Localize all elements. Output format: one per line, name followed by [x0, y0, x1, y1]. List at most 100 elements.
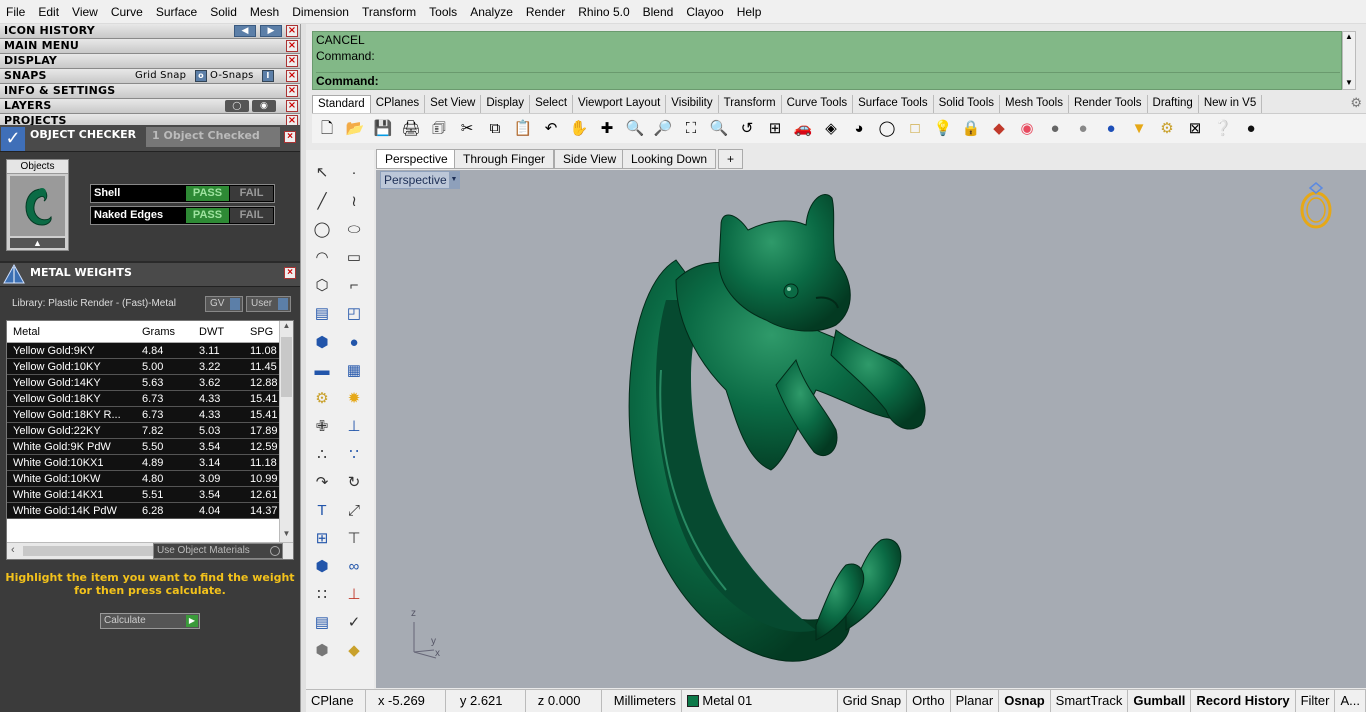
curve-icon[interactable]: ≀: [341, 189, 367, 213]
analyze-icon[interactable]: ⊥: [341, 582, 367, 606]
close-icon[interactable]: ×: [284, 267, 296, 279]
menu-solid[interactable]: Solid: [204, 0, 244, 24]
record-history-toggle[interactable]: Record History: [1191, 690, 1296, 712]
mirror-icon[interactable]: ⊤: [341, 526, 367, 550]
trim-icon[interactable]: ✙: [309, 414, 335, 438]
tab-cplanes[interactable]: CPlanes: [371, 95, 426, 113]
tab-perspective[interactable]: Perspective: [376, 149, 457, 169]
tab-add[interactable]: +: [718, 149, 744, 169]
osnap-toggle[interactable]: Osnap: [999, 690, 1051, 712]
table-row[interactable]: Yellow Gold:9KY 4.84 3.11 11.08: [7, 343, 279, 359]
eye-icon[interactable]: ◉: [252, 100, 276, 112]
smarttrack-toggle[interactable]: SmartTrack: [1051, 690, 1129, 712]
tab-display[interactable]: Display: [481, 95, 531, 113]
table-row[interactable]: White Gold:10KW 4.80 3.09 10.99: [7, 471, 279, 487]
gv-toggle[interactable]: GV: [205, 296, 243, 312]
sphere-blue-icon[interactable]: ●: [1100, 119, 1122, 139]
ortho-toggle[interactable]: Ortho: [907, 690, 951, 712]
split-icon[interactable]: ⊥: [341, 414, 367, 438]
section-snaps[interactable]: SNAPS Grid Snap o O-Snaps I ×: [0, 69, 300, 84]
tab-set-view[interactable]: Set View: [425, 95, 482, 113]
black-sphere-icon[interactable]: ●: [1240, 119, 1262, 139]
tab-render-tools[interactable]: Render Tools: [1069, 95, 1148, 113]
tab-solid-tools[interactable]: Solid Tools: [934, 95, 1000, 113]
spotlight-icon[interactable]: ▼: [1128, 119, 1150, 139]
light-bulb-icon[interactable]: 💡: [932, 119, 954, 139]
close-icon[interactable]: ×: [286, 100, 298, 112]
units-label[interactable]: Millimeters: [602, 690, 682, 712]
arc-icon[interactable]: ◠: [309, 245, 335, 269]
object-thumbnail[interactable]: [10, 176, 65, 236]
current-layer[interactable]: Metal 01: [682, 690, 838, 712]
menu-view[interactable]: View: [66, 0, 105, 24]
tab-drafting[interactable]: Drafting: [1148, 95, 1199, 113]
tab-select[interactable]: Select: [530, 95, 574, 113]
menu-clayoo[interactable]: Clayoo: [680, 0, 730, 24]
section-layers[interactable]: LAYERS ◯ ◉ ×: [0, 99, 300, 114]
table-row[interactable]: White Gold:10KX1 4.89 3.14 11.18: [7, 455, 279, 471]
close-icon[interactable]: ×: [286, 25, 298, 37]
tab-looking-down[interactable]: Looking Down: [622, 149, 717, 169]
layers-icon[interactable]: ◆: [988, 119, 1010, 139]
import-icon[interactable]: 🗊: [428, 119, 450, 139]
table-row[interactable]: White Gold:14KX1 5.51 3.54 12.61: [7, 487, 279, 503]
save-icon[interactable]: 💾: [372, 119, 394, 139]
open-folder-icon[interactable]: 📂: [344, 119, 366, 139]
boolean-icon[interactable]: ●: [341, 330, 367, 354]
fillet-icon[interactable]: ⌐: [341, 273, 367, 297]
more-toggle[interactable]: A...: [1335, 690, 1366, 712]
tab-mesh-tools[interactable]: Mesh Tools: [1000, 95, 1069, 113]
ring-model[interactable]: [376, 170, 1366, 688]
user-toggle[interactable]: User: [246, 296, 291, 312]
ellipse-icon[interactable]: ⬭: [341, 217, 367, 241]
polygon-icon[interactable]: ⬡: [309, 273, 335, 297]
menu-curve[interactable]: Curve: [105, 0, 150, 24]
layer-bulb-icon[interactable]: ◯: [225, 100, 249, 112]
tab-transform[interactable]: Transform: [719, 95, 782, 113]
help-icon[interactable]: ❔: [1212, 119, 1234, 139]
vertical-scrollbar[interactable]: ▲ ▼: [279, 321, 293, 543]
metal-weights-table[interactable]: Metal Grams DWT SPG Yellow Gold:9KY 4.84 3…: [6, 320, 294, 560]
use-object-materials-toggle[interactable]: Use Object Materials: [153, 543, 283, 559]
radio-icon[interactable]: [270, 546, 280, 556]
lock-icon[interactable]: 🔒: [960, 119, 982, 139]
column-header[interactable]: SPG: [250, 326, 273, 338]
zoom-selected-icon[interactable]: 🔍: [708, 119, 730, 139]
close-icon[interactable]: ×: [284, 131, 296, 143]
transform-gear-icon[interactable]: ⚙: [309, 386, 335, 410]
close-icon[interactable]: ×: [286, 40, 298, 52]
command-prompt[interactable]: Command:: [316, 72, 1340, 88]
zoom-window-icon[interactable]: 🔎: [652, 119, 674, 139]
tab-standard[interactable]: Standard: [312, 95, 371, 113]
tab-side-view[interactable]: Side View: [554, 149, 626, 169]
section-main-menu[interactable]: MAIN MENU ×: [0, 39, 300, 54]
dimension-icon[interactable]: ⊠: [1184, 119, 1206, 139]
tab-visibility[interactable]: Visibility: [666, 95, 719, 113]
surface-corners-icon[interactable]: ▤: [309, 301, 335, 325]
select-arrow-icon[interactable]: ↖: [309, 160, 335, 184]
expand-up-icon[interactable]: ▲: [10, 238, 65, 248]
text-icon[interactable]: T: [309, 498, 335, 522]
zoom-icon[interactable]: 🔍: [624, 119, 646, 139]
undo-icon[interactable]: ↶: [540, 119, 562, 139]
four-viewports-icon[interactable]: ⊞: [764, 119, 786, 139]
close-icon[interactable]: ×: [286, 85, 298, 97]
forward-arrow-icon[interactable]: ▶: [260, 25, 282, 37]
menu-file[interactable]: File: [0, 0, 32, 24]
mesh-icon[interactable]: ▦: [341, 358, 367, 382]
rotate-icon[interactable]: ↻: [341, 470, 367, 494]
column-header[interactable]: Grams: [142, 326, 175, 338]
render-icon[interactable]: ◆: [341, 638, 367, 662]
tab-new-in-v5[interactable]: New in V5: [1199, 95, 1263, 113]
cube-gray-icon[interactable]: ⬢: [309, 638, 335, 662]
table-row[interactable]: Yellow Gold:22KY 7.82 5.03 17.89: [7, 423, 279, 439]
command-scrollbar[interactable]: ▲ ▼: [1342, 31, 1356, 90]
calculate-button[interactable]: Calculate ▶: [100, 613, 200, 629]
grid-icon[interactable]: □: [904, 119, 926, 139]
column-header[interactable]: DWT: [199, 326, 224, 338]
menu-blend[interactable]: Blend: [637, 0, 681, 24]
polyline-icon[interactable]: ╱: [309, 189, 335, 213]
rectangle-icon[interactable]: ▭: [341, 245, 367, 269]
grid-snap-checkbox[interactable]: o: [195, 70, 207, 82]
group-icon[interactable]: ∴: [309, 442, 335, 466]
